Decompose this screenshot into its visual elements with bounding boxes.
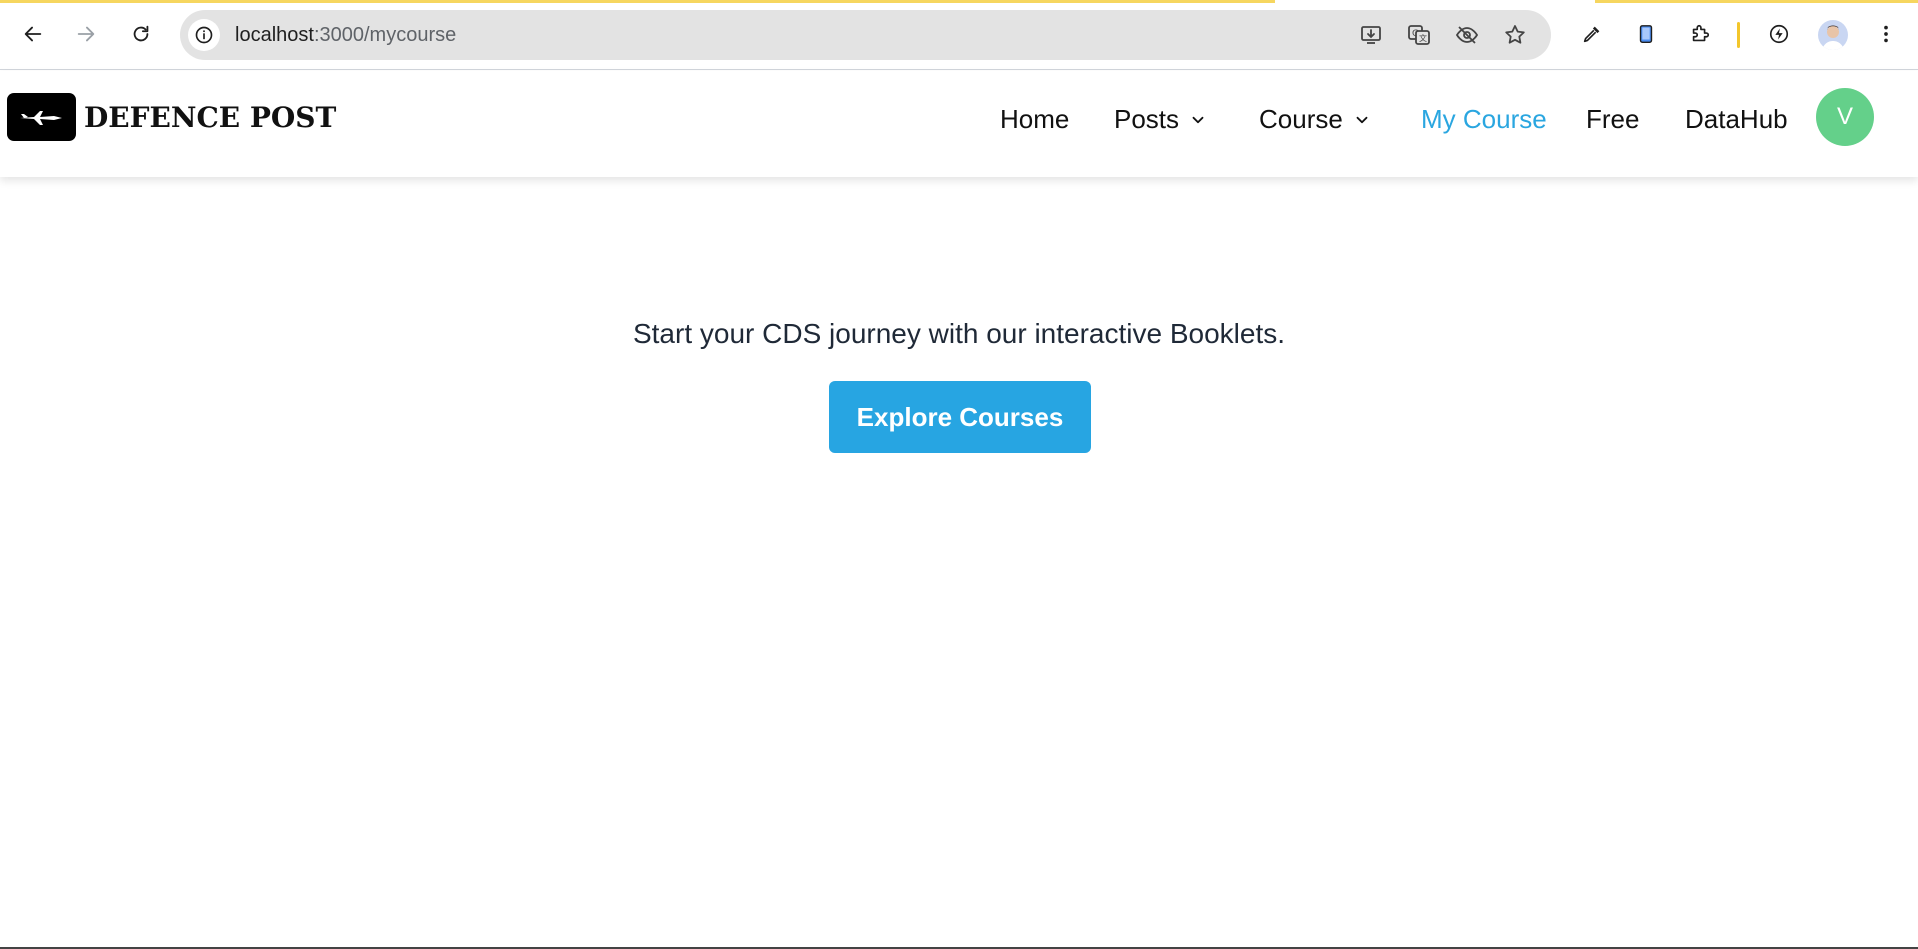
nav-datahub[interactable]: DataHub [1685,104,1788,135]
nav-home-label: Home [1000,104,1070,134]
eye-off-icon [1455,26,1479,44]
chevron-down-icon [1356,116,1368,123]
star-icon [1505,25,1525,44]
device-icon [1639,25,1653,43]
lightning-icon [1769,24,1789,44]
puzzle-icon [1692,24,1710,42]
eyedropper-icon [1583,26,1600,43]
info-icon [195,26,213,44]
toolbar-separator [1737,22,1740,48]
arrow-right-icon [77,26,95,42]
install-app-button[interactable] [1357,21,1385,49]
explore-courses-button[interactable]: Explore Courses [829,381,1091,453]
nav-free-label: Free [1586,104,1640,134]
url-text[interactable]: localhost:3000/mycourse [235,24,456,47]
svg-text:文: 文 [1419,33,1427,43]
page-headline: Start your CDS journey with our interact… [632,318,1286,349]
reload-icon [133,25,149,42]
kebab-menu-icon [1884,25,1888,43]
extensions-button[interactable] [1682,16,1718,52]
logo[interactable] [7,93,76,141]
user-avatar[interactable]: V [1816,88,1874,146]
nav-course[interactable]: Course [1259,104,1371,135]
nav-home[interactable]: Home [1000,104,1069,135]
profile-button[interactable] [1818,20,1848,50]
forward-button[interactable] [68,16,104,52]
site-info-button[interactable] [188,19,220,51]
reload-button[interactable] [123,16,159,52]
bookmark-button[interactable] [1501,21,1529,49]
back-button[interactable] [15,16,51,52]
nav-datahub-label: DataHub [1685,104,1788,134]
performance-button[interactable] [1761,16,1797,52]
translate-icon: G文 [1408,25,1430,45]
url-host: localhost [235,24,314,46]
arrow-left-icon [24,26,42,42]
chevron-down-icon [1192,116,1204,123]
site-header: DEFENCE POST Home Posts Course My Course… [0,71,1918,177]
browser-menu-button[interactable] [1868,16,1904,52]
nav-posts[interactable]: Posts [1114,104,1207,135]
fighter-jet-icon [19,111,62,125]
loading-bar [0,0,1275,3]
tracking-protection-button[interactable] [1453,21,1481,49]
device-extension[interactable] [1628,16,1664,52]
nav-my-course[interactable]: My Course [1421,104,1547,135]
browser-toolbar: localhost:3000/mycourse G文 [0,0,1918,70]
nav-posts-label: Posts [1114,104,1180,134]
brand-name[interactable]: DEFENCE POST [84,101,336,134]
loading-bar-segment [1595,0,1918,3]
nav-course-label: Course [1259,104,1343,134]
install-app-icon [1361,26,1381,44]
translate-button[interactable]: G文 [1405,21,1433,49]
nav-free[interactable]: Free [1586,104,1639,135]
profile-icon [1822,25,1844,50]
eyedropper-extension[interactable] [1574,16,1610,52]
nav-my-course-label: My Course [1421,104,1547,134]
url-path: :3000/mycourse [313,24,457,46]
address-bar[interactable]: localhost:3000/mycourse G文 [180,10,1551,60]
